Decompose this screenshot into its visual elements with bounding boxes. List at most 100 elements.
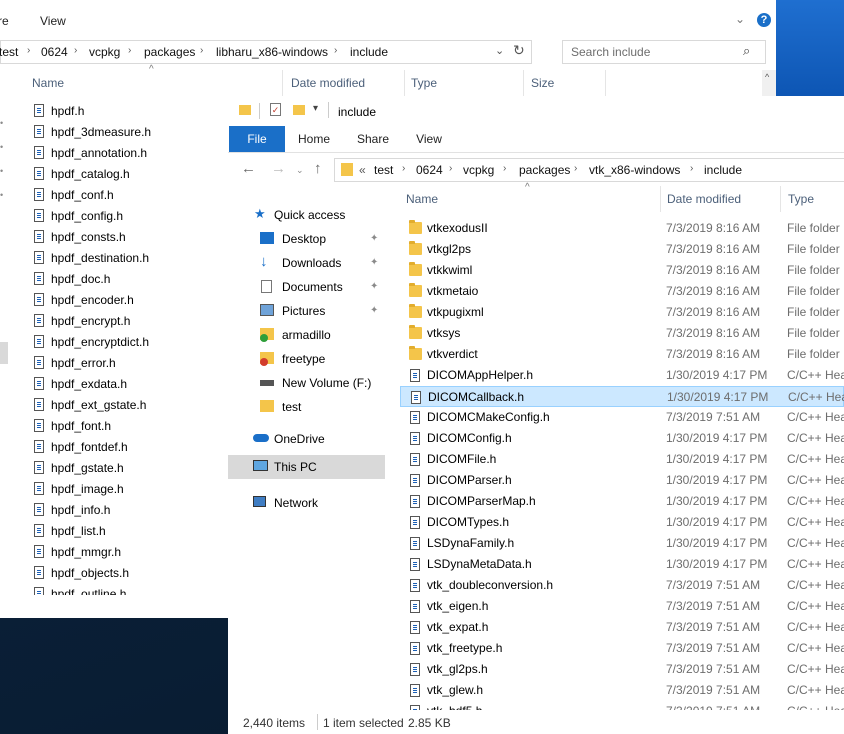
table-row[interactable]: vtkkwiml 7/3/2019 8:16 AM File folder [400, 260, 844, 281]
list-item[interactable]: hpdf_error.h [30, 353, 220, 374]
list-item[interactable]: hpdf_catalog.h [30, 164, 220, 185]
table-row[interactable]: vtkpugixml 7/3/2019 8:16 AM File folder [400, 302, 844, 323]
list-item[interactable]: hpdf.h [30, 101, 220, 122]
back-address-bar[interactable]: test › 0624 › vcpkg › packages › libharu… [0, 40, 532, 64]
header-file-icon [34, 335, 44, 348]
breadcrumb-item[interactable]: test [374, 163, 393, 177]
list-item[interactable]: hpdf_outline.h [30, 584, 220, 595]
breadcrumb-item[interactable]: vcpkg [89, 45, 120, 59]
table-row[interactable]: vtkverdict 7/3/2019 8:16 AM File folder [400, 344, 844, 365]
tab-home[interactable]: Home [290, 126, 338, 152]
table-row[interactable]: LSDynaMetaData.h 1/30/2019 4:17 PM C/C++ H… [400, 554, 844, 575]
list-item[interactable]: hpdf_objects.h [30, 563, 220, 584]
list-item[interactable]: hpdf_conf.h [30, 185, 220, 206]
header-file-icon [410, 642, 420, 655]
header-file-icon [34, 398, 44, 411]
title-bar[interactable]: ✓ ▾ include [228, 96, 844, 126]
table-row[interactable]: vtk_expat.h 7/3/2019 7:51 AM C/C++ Hea [400, 617, 844, 638]
help-icon[interactable]: ? [757, 13, 771, 27]
list-item[interactable]: hpdf_ext_gstate.h [30, 395, 220, 416]
list-item[interactable]: hpdf_doc.h [30, 269, 220, 290]
list-item[interactable]: hpdf_mmgr.h [30, 542, 220, 563]
list-item[interactable]: hpdf_gstate.h [30, 458, 220, 479]
list-item[interactable]: hpdf_list.h [30, 521, 220, 542]
table-row[interactable]: vtk_eigen.h 7/3/2019 7:51 AM C/C++ Hea [400, 596, 844, 617]
table-row[interactable]: DICOMFile.h 1/30/2019 4:17 PM C/C++ Hea [400, 449, 844, 470]
table-row[interactable]: vtk_freetype.h 7/3/2019 7:51 AM C/C++ Hea [400, 638, 844, 659]
list-item[interactable]: hpdf_config.h [30, 206, 220, 227]
breadcrumb-item[interactable]: include [704, 163, 742, 177]
properties-icon[interactable]: ✓ [270, 103, 281, 116]
tab-file[interactable]: File [229, 126, 285, 152]
back-arrow-icon[interactable]: ← [241, 160, 256, 177]
table-row[interactable]: DICOMCMakeConfig.h 7/3/2019 7:51 AM C/C++ … [400, 407, 844, 428]
table-row[interactable]: DICOMConfig.h 1/30/2019 4:17 PM C/C++ Hea [400, 428, 844, 449]
scrollbar[interactable]: ^ [762, 70, 776, 98]
new-folder-icon[interactable] [293, 105, 305, 115]
forward-arrow-icon[interactable]: → [271, 160, 286, 177]
front-explorer-window[interactable]: ✓ ▾ include File Home Share View ← → ⌄ ↑… [228, 96, 844, 734]
table-row[interactable]: DICOMCallback.h 1/30/2019 4:17 PM C/C++ He… [400, 386, 844, 407]
refresh-icon[interactable]: ↻ [513, 42, 525, 59]
table-row[interactable]: DICOMParserMap.h 1/30/2019 4:17 PM C/C++ H… [400, 491, 844, 512]
file-name: vtk_eigen.h [427, 599, 489, 613]
breadcrumb-item[interactable]: packages [144, 45, 195, 59]
column-header-date[interactable]: Date modified [667, 192, 741, 206]
list-item[interactable]: hpdf_info.h [30, 500, 220, 521]
breadcrumb-item[interactable]: 0624 [41, 45, 68, 59]
table-row[interactable]: DICOMTypes.h 1/30/2019 4:17 PM C/C++ Hea [400, 512, 844, 533]
ribbon-tab-share[interactable]: re [0, 14, 9, 28]
table-row[interactable]: vtkexodusII 7/3/2019 8:16 AM File folder [400, 218, 844, 239]
list-item[interactable]: hpdf_exdata.h [30, 374, 220, 395]
list-item[interactable]: hpdf_encrypt.h [30, 311, 220, 332]
list-item[interactable]: hpdf_encoder.h [30, 290, 220, 311]
table-row[interactable]: vtk_glew.h 7/3/2019 7:51 AM C/C++ Hea [400, 680, 844, 701]
table-row[interactable]: vtk_doubleconversion.h 7/3/2019 7:51 AM C/… [400, 575, 844, 596]
table-row[interactable]: DICOMAppHelper.h 1/30/2019 4:17 PM C/C++ H… [400, 365, 844, 386]
file-date: 7/3/2019 8:16 AM [666, 305, 761, 319]
column-header-size[interactable]: Size [531, 76, 554, 90]
list-item[interactable]: hpdf_encryptdict.h [30, 332, 220, 353]
breadcrumb-item[interactable]: test [0, 45, 18, 59]
table-row[interactable]: DICOMParser.h 1/30/2019 4:17 PM C/C++ Hea [400, 470, 844, 491]
table-row[interactable]: vtkgl2ps 7/3/2019 8:16 AM File folder [400, 239, 844, 260]
breadcrumb-item[interactable]: vcpkg [463, 163, 494, 177]
table-row[interactable]: vtksys 7/3/2019 8:16 AM File folder [400, 323, 844, 344]
header-file-icon [34, 167, 44, 180]
tab-view[interactable]: View [406, 126, 452, 152]
front-address-bar[interactable]: « test › 0624 › vcpkg › packages › vtk_x… [334, 158, 844, 182]
list-item[interactable]: hpdf_consts.h [30, 227, 220, 248]
list-item[interactable]: hpdf_fontdef.h [30, 437, 220, 458]
list-item[interactable]: hpdf_font.h [30, 416, 220, 437]
search-icon[interactable]: ⌕ [743, 43, 750, 59]
dropdown-icon[interactable]: ⌄ [495, 44, 504, 57]
breadcrumb-item[interactable]: include [350, 45, 388, 59]
table-row[interactable]: vtk_gl2ps.h 7/3/2019 7:51 AM C/C++ Hea [400, 659, 844, 680]
list-item[interactable]: hpdf_image.h [30, 479, 220, 500]
customize-dropdown-icon[interactable]: ▾ [313, 103, 318, 114]
breadcrumb-item[interactable]: 0624 [416, 163, 443, 177]
search-input[interactable]: Search include ⌕ [562, 40, 766, 64]
list-item[interactable]: hpdf_annotation.h [30, 143, 220, 164]
column-header-date[interactable]: Date modified [291, 76, 365, 90]
ribbon-tab-view[interactable]: View [40, 14, 66, 28]
column-header-type[interactable]: Type [788, 192, 814, 206]
breadcrumb-overflow[interactable]: « [359, 163, 366, 177]
scroll-up-icon[interactable]: ^ [765, 72, 769, 82]
list-item[interactable]: hpdf_destination.h [30, 248, 220, 269]
column-header-name[interactable]: Name [32, 76, 64, 90]
chevron-down-icon[interactable]: ⌄ [735, 12, 745, 26]
recent-locations-icon[interactable]: ⌄ [296, 165, 304, 176]
column-header-name[interactable]: Name [406, 192, 438, 206]
table-row[interactable]: vtk_hdf5.h7/3/2019 7:51 AMC/C++ Hea [400, 701, 844, 710]
breadcrumb-item[interactable]: libharu_x86-windows [216, 45, 328, 59]
column-header-type[interactable]: Type [411, 76, 437, 90]
table-row[interactable]: LSDynaFamily.h 1/30/2019 4:17 PM C/C++ Hea [400, 533, 844, 554]
breadcrumb-item[interactable]: vtk_x86-windows [589, 163, 680, 177]
breadcrumb-item[interactable]: packages [519, 163, 570, 177]
list-item[interactable]: hpdf_3dmeasure.h [30, 122, 220, 143]
table-row[interactable]: vtkmetaio 7/3/2019 8:16 AM File folder [400, 281, 844, 302]
tab-share[interactable]: Share [348, 126, 398, 152]
up-arrow-icon[interactable]: ↑ [314, 160, 322, 177]
header-file-icon [34, 146, 44, 159]
